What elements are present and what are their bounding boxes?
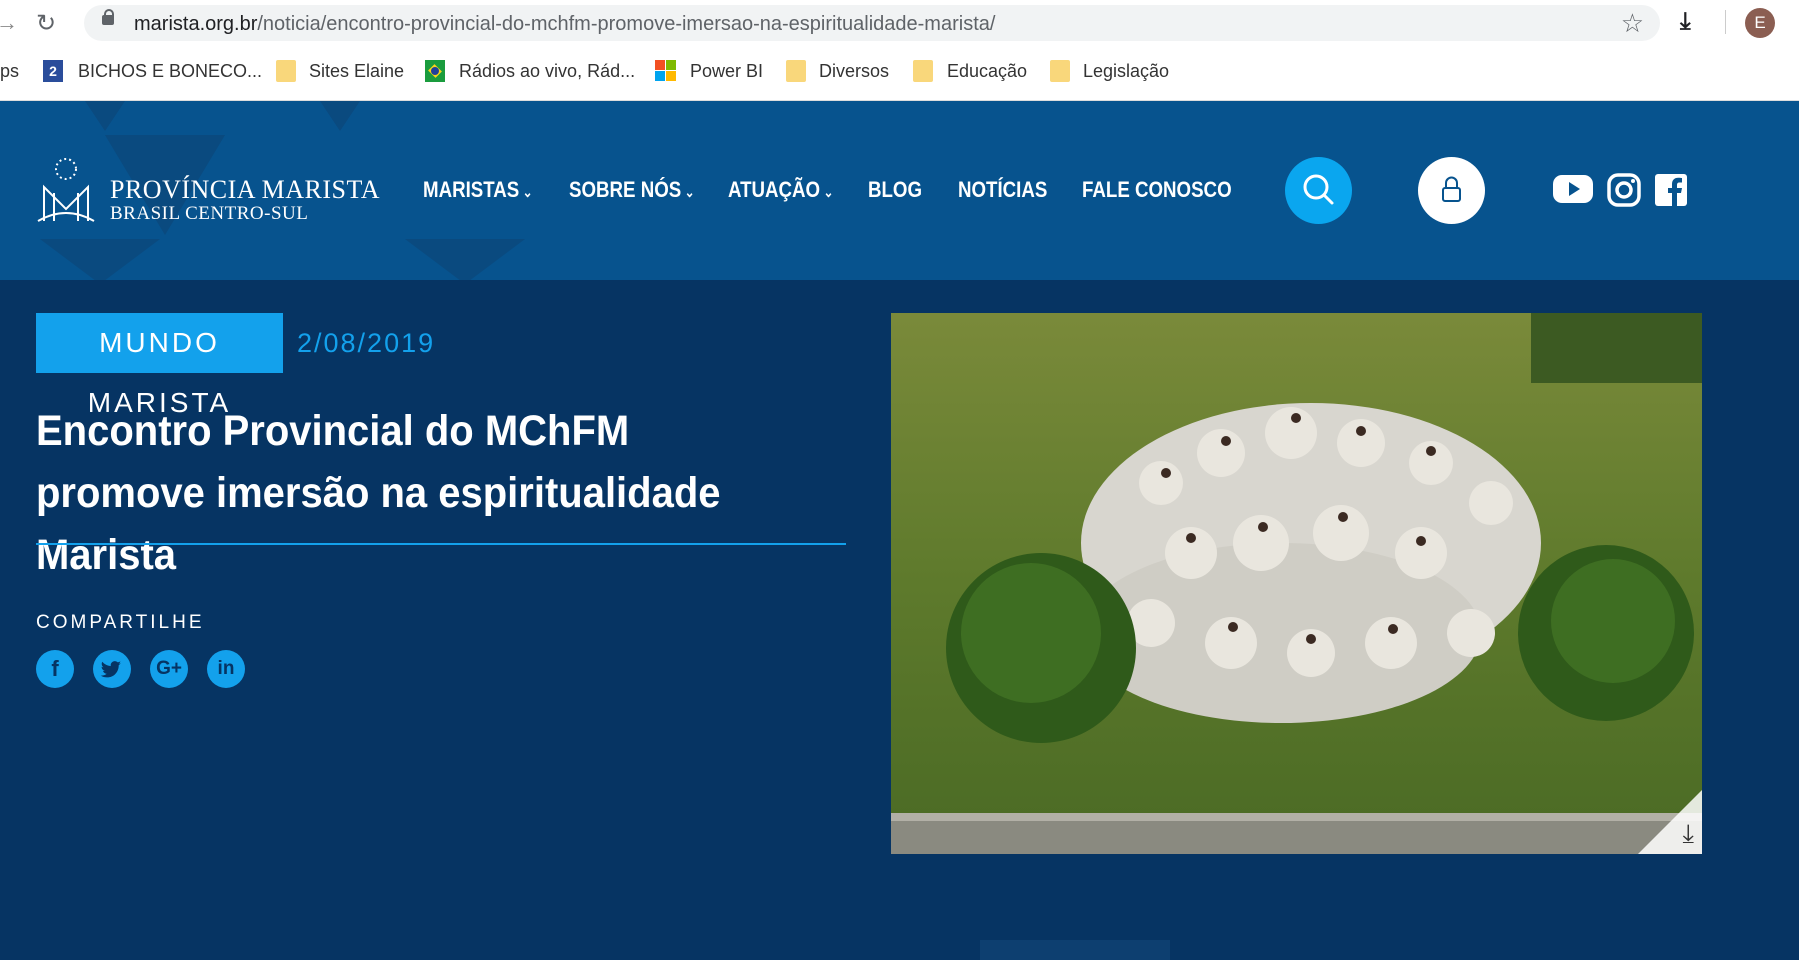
- logo-line1: PROVÍNCIA MARISTA: [110, 175, 381, 204]
- logo-line2: BRASIL CENTRO-SUL: [110, 203, 309, 224]
- article-date: 2/08/2019: [297, 328, 436, 358]
- address-bar[interactable]: marista.org.br/noticia/encontro-provinci…: [84, 5, 1660, 41]
- chevron-down-icon: ⌄: [823, 184, 834, 200]
- folder-icon: [1050, 60, 1070, 82]
- chevron-down-icon: ⌄: [684, 184, 695, 200]
- site-icon: 2: [43, 60, 63, 82]
- marista-logo[interactable]: [36, 157, 96, 227]
- menu-blog[interactable]: BLOG: [868, 177, 922, 203]
- brazil-flag-icon: [425, 60, 445, 82]
- reload-icon[interactable]: ↻: [36, 9, 56, 38]
- lock-icon[interactable]: [102, 9, 114, 25]
- bookmark-apps[interactable]: ps: [0, 61, 19, 82]
- decor-triangle: [405, 239, 525, 280]
- share-google-plus-icon[interactable]: G+: [150, 650, 188, 688]
- toolbar-divider: [1725, 10, 1726, 34]
- share-twitter-icon[interactable]: [93, 650, 131, 688]
- article-section: MUNDO MARISTA 2/08/2019 Encontro Provinc…: [0, 280, 1799, 960]
- login-button[interactable]: [1418, 157, 1485, 224]
- group-photo: [891, 313, 1702, 854]
- footer-hint: [980, 940, 1170, 960]
- logo-text[interactable]: PROVÍNCIA MARISTA BRASIL CENTRO-SUL: [110, 175, 380, 225]
- download-icon[interactable]: ⤓: [1680, 8, 1691, 36]
- article-title: Encontro Provincial do MChFM promove ime…: [36, 407, 721, 579]
- bookmark-legislacao[interactable]: Legislação: [1083, 61, 1169, 82]
- menu-sobre-nos[interactable]: SOBRE NÓS ⌄: [569, 177, 695, 203]
- menu-noticias[interactable]: NOTÍCIAS: [958, 177, 1047, 203]
- category-badge[interactable]: MUNDO MARISTA: [36, 313, 283, 418]
- browser-toolbar: → ↻ marista.org.br/noticia/encontro-prov…: [0, 0, 1799, 44]
- menu-maristas[interactable]: MARISTAS ⌄: [423, 177, 533, 203]
- instagram-icon[interactable]: [1607, 173, 1641, 207]
- site-header: PROVÍNCIA MARISTA BRASIL CENTRO-SUL MARI…: [0, 101, 1799, 280]
- facebook-icon[interactable]: [1654, 173, 1688, 207]
- menu-atuacao[interactable]: ATUAÇÃO ⌄: [728, 177, 833, 203]
- bookmark-sites-elaine[interactable]: Sites Elaine: [309, 61, 404, 82]
- share-linkedin-icon[interactable]: in: [207, 650, 245, 688]
- bookmark-star-icon[interactable]: ☆: [1621, 8, 1644, 39]
- bookmark-diversos[interactable]: Diversos: [819, 61, 889, 82]
- search-button[interactable]: [1285, 157, 1352, 224]
- youtube-icon[interactable]: [1552, 173, 1594, 205]
- url-text[interactable]: marista.org.br/noticia/encontro-provinci…: [134, 13, 995, 36]
- download-icon[interactable]: ⤓: [1683, 818, 1695, 850]
- decor-triangle: [85, 101, 125, 131]
- bookmarks-bar: ps 2 BICHOS E BONECO... Sites Elaine Rád…: [0, 44, 1799, 101]
- padlock-icon: [1442, 176, 1461, 202]
- title-divider: [36, 543, 846, 545]
- share-label: COMPARTILHE: [36, 612, 205, 633]
- share-facebook-icon[interactable]: f: [36, 650, 74, 688]
- profile-avatar[interactable]: E: [1745, 8, 1775, 38]
- bookmark-bichos[interactable]: BICHOS E BONECO...: [78, 61, 262, 82]
- microsoft-icon: [655, 60, 676, 82]
- article-photo[interactable]: ⤓: [891, 313, 1702, 854]
- bookmark-power-bi[interactable]: Power BI: [690, 61, 763, 82]
- folder-icon: [786, 60, 806, 82]
- folder-icon: [913, 60, 933, 82]
- decor-triangle: [40, 239, 160, 280]
- forward-icon[interactable]: →: [0, 10, 18, 36]
- bookmark-radios[interactable]: Rádios ao vivo, Rád...: [459, 61, 635, 82]
- bookmark-educacao[interactable]: Educação: [947, 61, 1027, 82]
- search-icon: [1303, 174, 1334, 205]
- menu-fale-conosco[interactable]: FALE CONOSCO: [1082, 177, 1232, 203]
- chevron-down-icon: ⌄: [522, 184, 533, 200]
- folder-icon: [276, 60, 296, 82]
- decor-triangle: [320, 101, 360, 131]
